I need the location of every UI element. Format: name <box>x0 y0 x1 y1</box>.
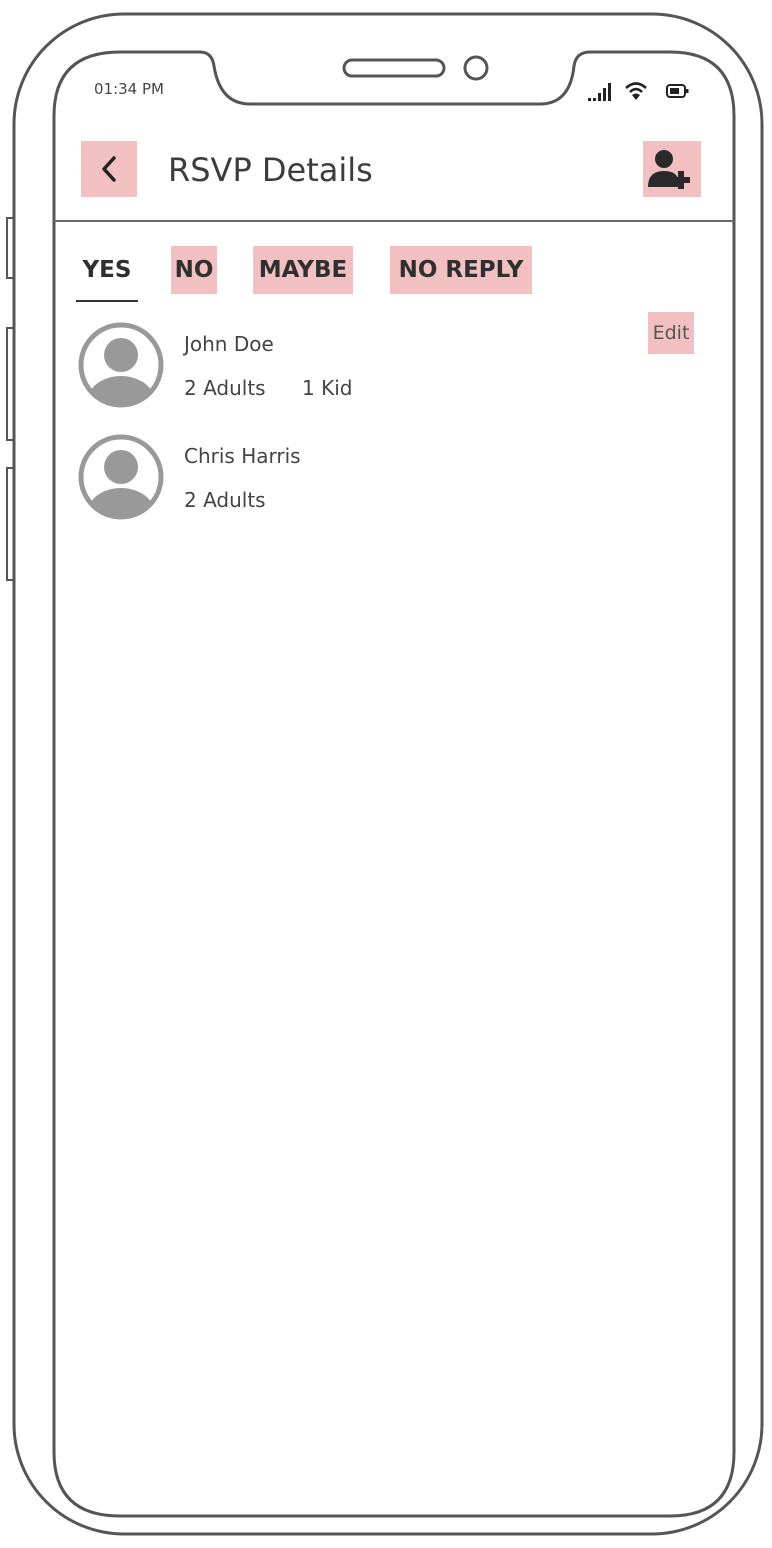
tab-yes[interactable]: YES <box>76 246 138 294</box>
signal-icon <box>588 83 611 101</box>
avatar-icon <box>78 434 164 520</box>
guest-name: Chris Harris <box>184 444 301 468</box>
guest-row-chris-harris: Chris Harris 2 Adults <box>76 432 696 524</box>
battery-icon <box>666 84 689 98</box>
edit-button[interactable]: Edit <box>648 312 694 354</box>
wifi-icon <box>625 82 647 100</box>
page-title: RSVP Details <box>168 151 373 189</box>
back-button[interactable] <box>81 141 137 197</box>
guest-name: John Doe <box>184 332 274 356</box>
tab-maybe[interactable]: MAYBE <box>253 246 353 294</box>
phone-frame <box>6 12 764 1536</box>
avatar-icon <box>78 322 164 408</box>
guest-adults: 2 Adults <box>184 376 266 400</box>
guest-kids: 1 Kid <box>302 376 353 400</box>
add-user-button[interactable] <box>643 141 701 197</box>
tab-no-reply[interactable]: NO REPLY <box>390 246 532 294</box>
header-divider <box>54 220 734 222</box>
tab-no[interactable]: NO <box>171 246 217 294</box>
guest-adults: 2 Adults <box>184 488 266 512</box>
status-time: 01:34 PM <box>94 80 164 98</box>
chevron-left-icon <box>102 156 116 182</box>
active-tab-indicator <box>76 300 138 302</box>
guest-row-john-doe: John Doe 2 Adults 1 Kid <box>76 320 696 412</box>
add-user-icon <box>648 150 690 189</box>
